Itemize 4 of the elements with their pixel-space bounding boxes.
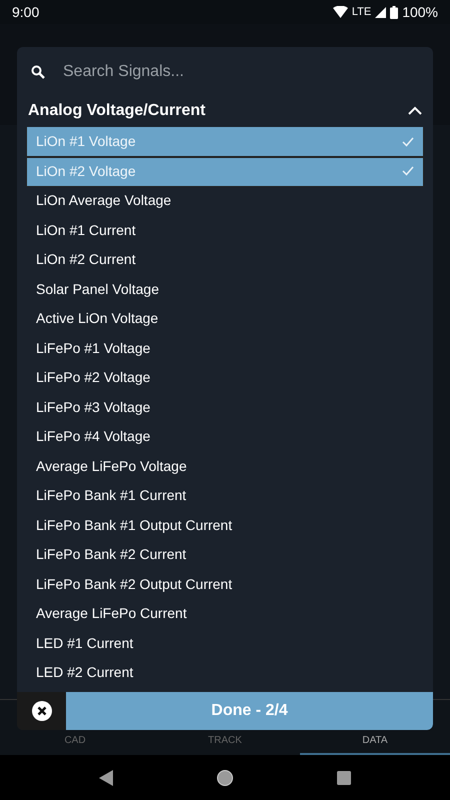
- network-type: LTE: [352, 4, 372, 20]
- group-title: Analog Voltage/Current: [28, 101, 206, 121]
- clock: 9:00: [12, 2, 40, 22]
- battery-level: 100%: [402, 2, 438, 22]
